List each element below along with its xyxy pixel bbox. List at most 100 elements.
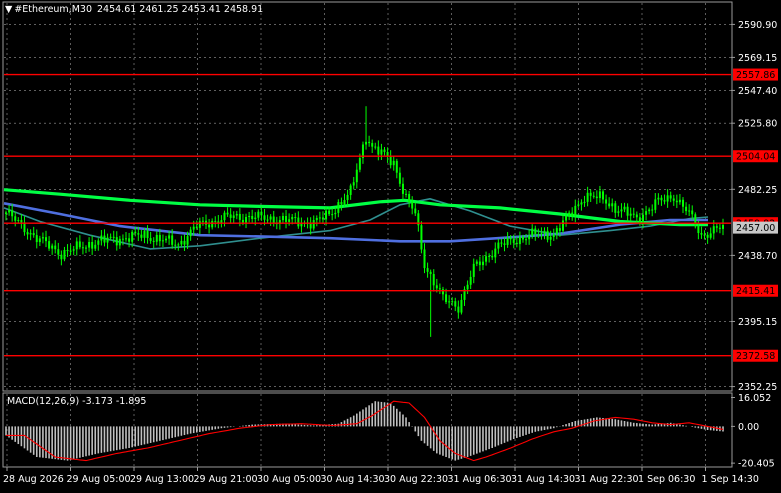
candle-body[interactable] — [17, 219, 20, 221]
candle-body[interactable] — [121, 238, 124, 240]
candle-body[interactable] — [232, 215, 235, 218]
candle-body[interactable] — [703, 234, 706, 236]
candle-body[interactable] — [81, 247, 84, 249]
candle-body[interactable] — [155, 234, 158, 242]
candle-body[interactable] — [669, 195, 672, 199]
candle-body[interactable] — [408, 194, 411, 203]
candle-body[interactable] — [291, 217, 294, 220]
candle-body[interactable] — [26, 232, 29, 235]
candle-body[interactable] — [568, 212, 571, 216]
candle-body[interactable] — [340, 202, 343, 205]
candle-body[interactable] — [448, 301, 451, 303]
candle-body[interactable] — [681, 199, 684, 207]
candle-body[interactable] — [48, 241, 51, 249]
candle-body[interactable] — [248, 216, 251, 218]
candle-body[interactable] — [583, 201, 586, 203]
candle-body[interactable] — [8, 210, 11, 213]
chart-canvas[interactable]: 2557.862504.042459.922415.412372.582457.… — [0, 0, 781, 489]
candle-body[interactable] — [405, 193, 408, 195]
candle-body[interactable] — [497, 242, 500, 249]
candle-body[interactable] — [312, 220, 315, 229]
candle-body[interactable] — [343, 200, 346, 205]
candle-body[interactable] — [515, 242, 518, 245]
candle-body[interactable] — [561, 220, 564, 231]
candle-body[interactable] — [165, 238, 168, 241]
candle-body[interactable] — [469, 276, 472, 285]
candle-body[interactable] — [528, 235, 531, 240]
candle-body[interactable] — [641, 214, 644, 223]
candle-body[interactable] — [195, 226, 198, 228]
candle-body[interactable] — [605, 199, 608, 204]
candle-body[interactable] — [623, 206, 626, 210]
candle-body[interactable] — [85, 247, 88, 249]
candle-body[interactable] — [32, 233, 35, 236]
candle-body[interactable] — [691, 210, 694, 215]
candle-body[interactable] — [315, 217, 318, 221]
candle-body[interactable] — [318, 217, 321, 219]
candle-body[interactable] — [334, 212, 337, 215]
candle-body[interactable] — [629, 213, 632, 216]
candle-body[interactable] — [365, 141, 368, 145]
candle-body[interactable] — [69, 250, 72, 252]
candle-body[interactable] — [389, 156, 392, 166]
candle-body[interactable] — [377, 146, 380, 155]
candle-body[interactable] — [518, 236, 521, 245]
candle-body[interactable] — [577, 204, 580, 206]
candle-body[interactable] — [63, 249, 66, 260]
candle-body[interactable] — [715, 226, 718, 228]
candle-body[interactable] — [654, 199, 657, 210]
candle-body[interactable] — [697, 226, 700, 234]
candle-body[interactable] — [608, 203, 611, 207]
candle-body[interactable] — [134, 231, 137, 234]
candle-body[interactable] — [112, 236, 115, 238]
candle-body[interactable] — [35, 235, 38, 243]
candle-body[interactable] — [685, 206, 688, 212]
candle-body[interactable] — [321, 217, 324, 220]
candle-body[interactable] — [565, 215, 568, 221]
candle-body[interactable] — [309, 223, 312, 229]
candle-body[interactable] — [438, 288, 441, 290]
candle-body[interactable] — [491, 255, 494, 258]
candle-body[interactable] — [281, 216, 284, 221]
candle-body[interactable] — [383, 149, 386, 152]
candle-body[interactable] — [51, 245, 54, 249]
candle-body[interactable] — [294, 217, 297, 219]
candle-body[interactable] — [161, 240, 164, 242]
candle-body[interactable] — [251, 216, 254, 219]
candle-body[interactable] — [478, 261, 481, 266]
candle-body[interactable] — [580, 202, 583, 205]
candle-body[interactable] — [531, 228, 534, 236]
candle-body[interactable] — [20, 219, 23, 223]
candle-body[interactable] — [485, 256, 488, 262]
candle-body[interactable] — [598, 191, 601, 199]
candle-body[interactable] — [709, 233, 712, 238]
candle-body[interactable] — [238, 214, 241, 220]
candle-body[interactable] — [481, 261, 484, 266]
candle-body[interactable] — [72, 249, 75, 251]
candle-body[interactable] — [346, 194, 349, 201]
candle-body[interactable] — [91, 242, 94, 249]
candle-body[interactable] — [29, 233, 32, 235]
candle-body[interactable] — [115, 237, 118, 246]
candle-body[interactable] — [614, 203, 617, 213]
candle-body[interactable] — [171, 235, 174, 245]
candle-body[interactable] — [423, 249, 426, 269]
candle-body[interactable] — [552, 234, 555, 237]
candle-body[interactable] — [688, 210, 691, 212]
candle-body[interactable] — [451, 301, 454, 303]
candle-body[interactable] — [589, 192, 592, 196]
candle-body[interactable] — [586, 192, 589, 202]
candle-body[interactable] — [651, 209, 654, 211]
candle-body[interactable] — [226, 212, 229, 215]
candle-body[interactable] — [648, 209, 651, 212]
candle-body[interactable] — [454, 301, 457, 307]
candle-body[interactable] — [512, 239, 515, 243]
candle-body[interactable] — [57, 249, 60, 255]
candle-body[interactable] — [5, 212, 7, 214]
candle-body[interactable] — [45, 237, 48, 242]
candle-body[interactable] — [235, 214, 238, 216]
candle-body[interactable] — [186, 236, 189, 245]
candle-body[interactable] — [414, 208, 417, 214]
candle-body[interactable] — [140, 234, 143, 238]
candle-body[interactable] — [466, 284, 469, 290]
